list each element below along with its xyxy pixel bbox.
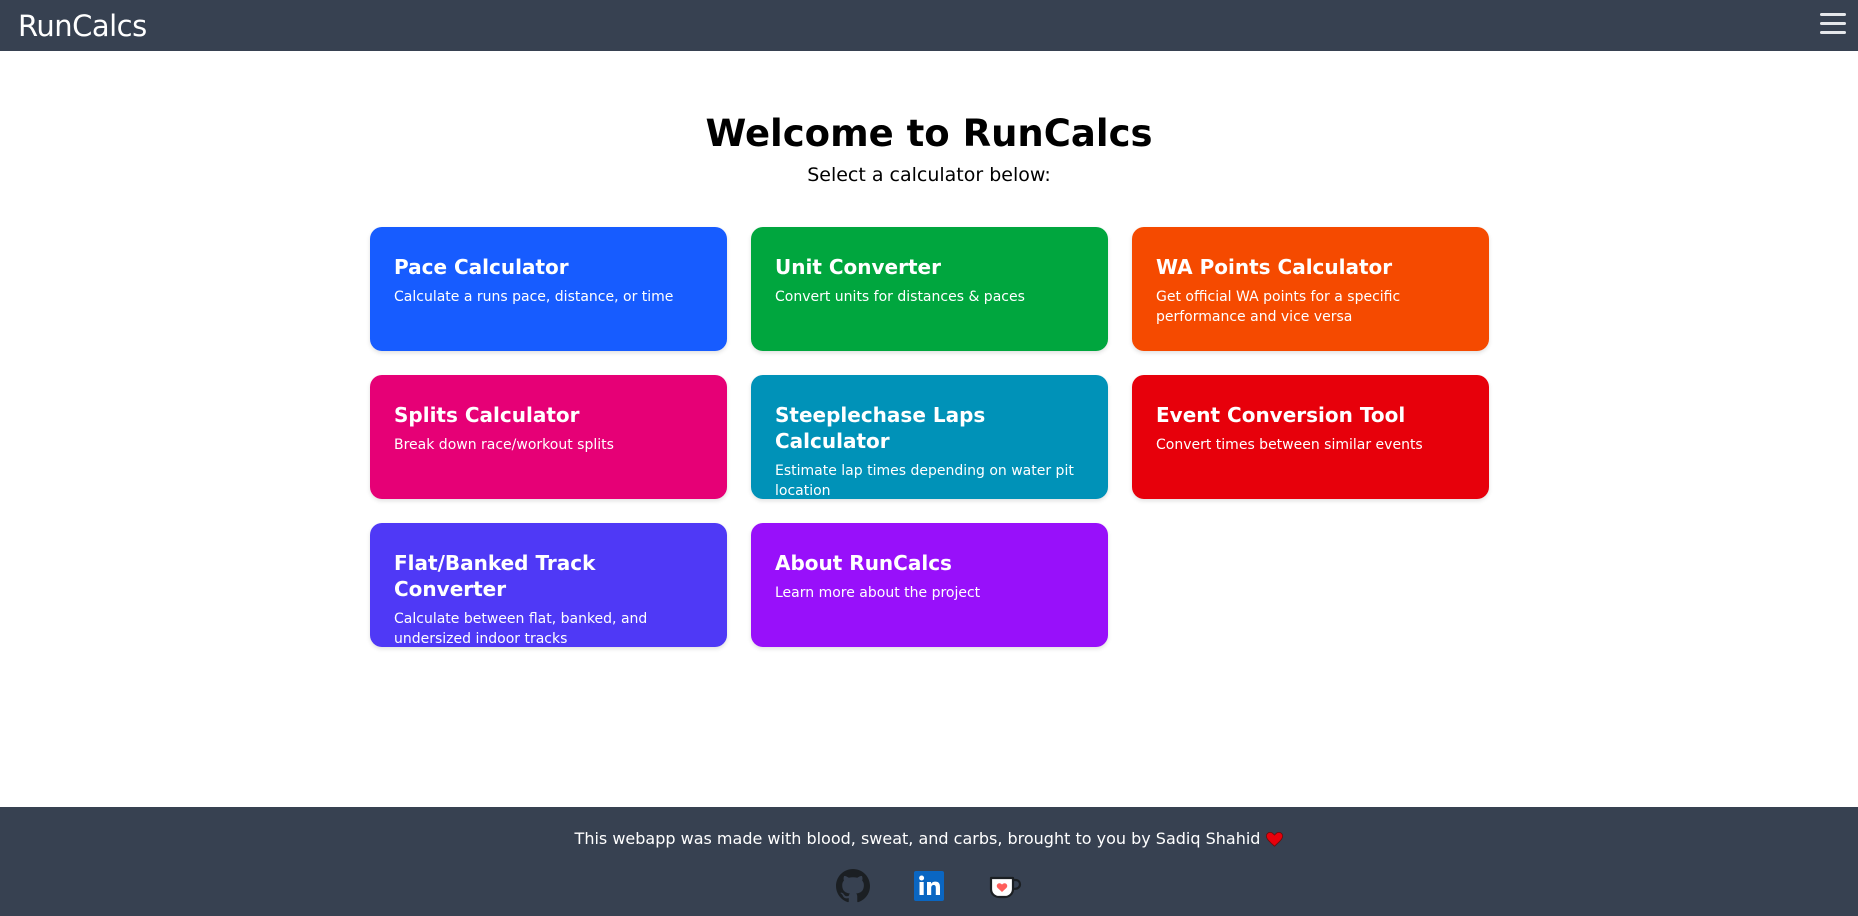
card-title: Flat/Banked Track Converter xyxy=(394,551,596,601)
card-splits-calculator[interactable]: Splits Calculator Break down race/workou… xyxy=(370,375,727,499)
card-steeplechase-laps-calculator[interactable]: Steeplechase Laps Calculator Estimate la… xyxy=(751,375,1108,499)
card-description: Learn more about the project xyxy=(775,585,981,601)
main-content: Welcome to RunCalcs Select a calculator … xyxy=(0,51,1858,807)
card-description: Convert times between similar events xyxy=(1156,437,1423,453)
card-about-runcalcs[interactable]: About RunCalcs Learn more about the proj… xyxy=(751,523,1108,647)
card-unit-converter[interactable]: Unit Converter Convert units for distanc… xyxy=(751,227,1108,351)
linkedin-icon[interactable] xyxy=(912,869,946,903)
calculator-grid: Pace Calculator Calculate a runs pace, d… xyxy=(370,227,1490,647)
card-event-conversion-tool[interactable]: Event Conversion Tool Convert times betw… xyxy=(1132,375,1489,499)
card-title: Pace Calculator xyxy=(394,255,569,279)
card-title: About RunCalcs xyxy=(775,551,952,575)
card-description: Get official WA points for a specific pe… xyxy=(1156,289,1401,325)
github-icon[interactable] xyxy=(835,869,870,903)
card-title: Splits Calculator xyxy=(394,403,580,427)
footer-credit-text: This webapp was made with blood, sweat, … xyxy=(574,829,1261,848)
card-wa-points-calculator[interactable]: WA Points Calculator Get official WA poi… xyxy=(1132,227,1489,351)
card-pace-calculator[interactable]: Pace Calculator Calculate a runs pace, d… xyxy=(370,227,727,351)
card-description: Convert units for distances & paces xyxy=(775,289,1025,305)
card-description: Estimate lap times depending on water pi… xyxy=(775,463,1074,499)
hamburger-menu-icon[interactable] xyxy=(1820,13,1846,37)
heart-icon xyxy=(1266,831,1284,853)
card-description: Break down race/workout splits xyxy=(394,437,614,453)
card-description: Calculate between flat, banked, and unde… xyxy=(394,611,648,647)
page-subtitle: Select a calculator below: xyxy=(807,164,1051,186)
ko-fi-cup-icon[interactable] xyxy=(988,869,1022,903)
top-navbar: RunCalcs xyxy=(0,0,1858,51)
card-title: Steeplechase Laps Calculator xyxy=(775,403,986,453)
card-title: Event Conversion Tool xyxy=(1156,403,1406,427)
card-title: Unit Converter xyxy=(775,255,941,279)
footer-credit: This webapp was made with blood, sweat, … xyxy=(0,828,1858,853)
social-links xyxy=(0,869,1858,905)
brand-logo-text[interactable]: RunCalcs xyxy=(18,9,147,43)
card-flat-banked-track-converter[interactable]: Flat/Banked Track Converter Calculate be… xyxy=(370,523,727,647)
page-title: Welcome to RunCalcs xyxy=(705,112,1153,155)
card-title: WA Points Calculator xyxy=(1156,255,1393,279)
footer: This webapp was made with blood, sweat, … xyxy=(0,807,1858,916)
card-description: Calculate a runs pace, distance, or time xyxy=(394,289,674,305)
